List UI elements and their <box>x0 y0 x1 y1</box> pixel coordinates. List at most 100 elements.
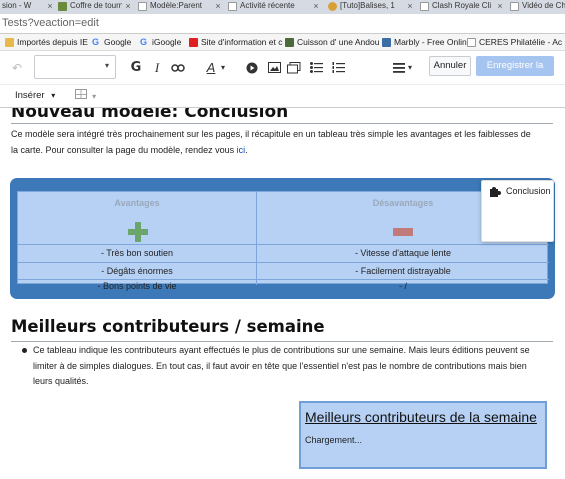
template-context-popup[interactable]: Conclusion <box>481 180 554 242</box>
address-text: Tests?veaction=edit <box>2 17 99 29</box>
undo-icon[interactable]: ↶ <box>8 59 26 77</box>
intro-text: . <box>245 144 248 155</box>
tab-label: [Tuto]Balises, 1 <box>340 1 395 10</box>
tab-favicon-icon <box>138 2 147 11</box>
page-icon <box>467 38 476 47</box>
insert-menu[interactable]: Insérer ▾ <box>15 90 55 101</box>
tab-favicon-icon <box>328 2 337 11</box>
table-cell: - Très bon soutien <box>100 248 174 258</box>
gallery-icon[interactable] <box>285 59 303 77</box>
close-icon[interactable]: × <box>44 0 56 12</box>
section-heading: Nouveau modèle: Conclusion <box>11 108 553 124</box>
toolbar-divider <box>0 84 565 85</box>
intro-line: la carte. Pour consulter la page du modè… <box>11 143 556 159</box>
tab-favicon-icon <box>228 2 237 11</box>
widget-title: Meilleurs contributeurs de la semaine <box>305 409 537 425</box>
site-icon <box>189 38 198 47</box>
bookmark-label: Site d'information et c <box>201 37 283 47</box>
popup-label: Conclusion <box>506 186 551 196</box>
folder-icon <box>5 38 14 47</box>
browser-tab-bar: sion - W × Coffre de tourn × Modèle:Pare… <box>0 0 565 14</box>
bookmarks-bar: Importés depuis IE G Google G iGoogle Si… <box>0 34 565 51</box>
chevron-down-icon: ▾ <box>92 92 97 101</box>
bookmark-item[interactable]: Site d'information et c <box>189 37 282 49</box>
close-icon[interactable]: × <box>310 0 322 12</box>
numbered-list-icon[interactable] <box>329 59 347 77</box>
bookmark-label: iGoogle <box>152 37 182 47</box>
bookmark-item[interactable]: G Google <box>92 37 131 49</box>
insert-label: Insérer <box>15 90 45 101</box>
tab-favicon-icon <box>420 2 429 11</box>
table-cell: - Facilement distrayable <box>355 266 451 276</box>
close-icon[interactable]: × <box>212 0 224 12</box>
bullet-list-icon[interactable] <box>307 59 325 77</box>
bookmark-label: Importés depuis IE <box>17 37 88 47</box>
chevron-down-icon[interactable]: ▾ <box>405 59 415 77</box>
table-cell: - Vitesse d'attaque lente <box>354 248 452 258</box>
italic-icon[interactable]: I <box>148 59 166 77</box>
bookmark-item[interactable]: CERES Philatélie - Ac <box>467 37 562 49</box>
browser-tab[interactable]: [Tuto]Balises, 1 × <box>326 0 416 14</box>
save-page-button[interactable]: Enregistrer la page <box>476 56 554 91</box>
bookmark-label: Marbly - Free Online <box>394 37 472 47</box>
paragraph-line: limiter à de simples dialogues. En tout … <box>33 360 527 371</box>
contributors-paragraph: Ce tableau indique les contributeurs aya… <box>33 343 548 390</box>
cancel-button[interactable]: Annuler <box>429 56 471 76</box>
chevron-down-icon[interactable]: ▾ <box>218 59 228 77</box>
section-heading: Meilleurs contributeurs / semaine <box>11 317 553 342</box>
browser-tab[interactable]: sion - W × <box>0 0 56 14</box>
close-icon[interactable]: × <box>404 0 416 12</box>
tab-label: Clash Royale Cli <box>432 1 492 10</box>
contributors-widget[interactable]: Meilleurs contributeurs de la semaine Ch… <box>299 401 547 469</box>
browser-tab[interactable]: Modèle:Parent × <box>136 0 224 14</box>
bullet-icon <box>22 348 27 353</box>
close-icon[interactable]: × <box>122 0 134 12</box>
table-icon[interactable]: ▾ <box>75 89 96 102</box>
intro-line: Ce modèle sera intégré très prochainemen… <box>11 129 531 139</box>
bookmark-label: CERES Philatélie - Ac <box>479 37 563 47</box>
advantages-header: Avantages <box>114 198 160 208</box>
media-icon[interactable] <box>243 59 261 77</box>
minus-icon <box>393 228 413 236</box>
chevron-down-icon: ▾ <box>104 61 109 70</box>
tab-favicon-icon <box>58 2 67 11</box>
browser-tab[interactable]: Activité récente × <box>226 0 322 14</box>
google-icon: G <box>140 37 148 47</box>
tab-label: Activité récente <box>240 1 295 10</box>
tab-label: Vidéo de Ch <box>522 1 565 10</box>
bookmark-item[interactable]: Importés depuis IE <box>5 37 88 49</box>
tab-label: sion - W <box>2 1 32 10</box>
puzzle-icon <box>490 187 501 197</box>
bookmark-item[interactable]: Cuisson d' une Andou <box>285 37 379 49</box>
conclusion-template[interactable]: Avantages Désavantages - Très bon soutie… <box>10 178 555 299</box>
intro-paragraph: Ce modèle sera intégré très prochainemen… <box>11 127 556 158</box>
bookmark-label: Google <box>104 37 132 47</box>
paragraph-style-select[interactable]: ▾ <box>34 55 116 79</box>
link-icon[interactable] <box>169 59 187 77</box>
tab-label: Coffre de tourn <box>70 1 124 10</box>
bold-icon[interactable]: G <box>127 59 145 77</box>
image-icon[interactable] <box>265 59 283 77</box>
browser-tab[interactable]: Coffre de tourn × <box>56 0 134 14</box>
bookmark-item[interactable]: Marbly - Free Online <box>382 37 471 49</box>
close-icon[interactable]: × <box>494 0 506 12</box>
tab-favicon-icon <box>510 2 519 11</box>
site-icon <box>382 38 391 47</box>
intro-text: la carte. Pour consulter la page du modè… <box>11 144 235 155</box>
site-icon <box>285 38 294 47</box>
browser-tab[interactable]: Clash Royale Cli × <box>418 0 506 14</box>
bookmark-item[interactable]: G iGoogle <box>140 37 181 49</box>
table-cell: - / <box>399 281 407 291</box>
editor-toolbar: ↶ ▾ G I A ▾ ▾ Annuler Enregistrer la pag… <box>0 51 565 108</box>
intro-link[interactable]: ici <box>237 145 246 155</box>
paragraph-line: leurs qualités. <box>33 376 89 386</box>
tab-label: Modèle:Parent <box>150 1 203 10</box>
browser-tab[interactable]: Vidéo de Ch <box>508 0 565 14</box>
address-bar[interactable]: Tests?veaction=edit <box>0 14 565 34</box>
text-style-icon[interactable]: A <box>204 59 218 77</box>
loading-text: Chargement... <box>305 435 363 445</box>
page-content: Nouveau modèle: Conclusion Ce modèle ser… <box>0 108 565 479</box>
pros-cons-table: Avantages Désavantages - Très bon soutie… <box>17 191 549 291</box>
paragraph-line: Ce tableau indique les contributeurs aya… <box>33 345 530 355</box>
table-cell: - Bons points de vie <box>97 281 177 291</box>
